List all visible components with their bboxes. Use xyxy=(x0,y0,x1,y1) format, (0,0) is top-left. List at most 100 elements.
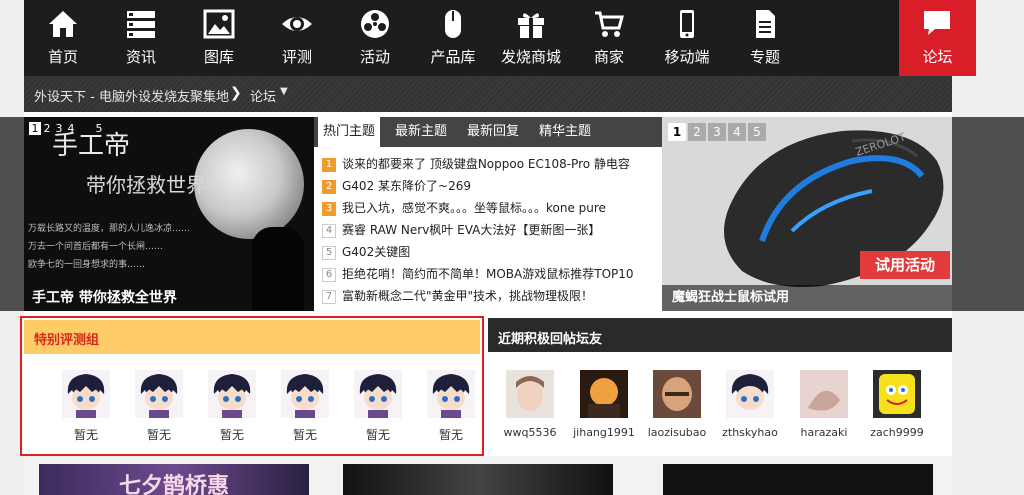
caret-down-icon[interactable]: ▼ xyxy=(280,86,288,97)
member-name[interactable]: 暂无 xyxy=(348,426,408,443)
hero-right-caption[interactable]: 魔蝎狂战士鼠标试用 xyxy=(662,285,952,311)
tab-hot[interactable]: 热门主题 xyxy=(318,117,381,147)
topic-row[interactable]: 2 G402 某东降价了~269 xyxy=(322,177,658,195)
avatar[interactable] xyxy=(62,370,110,418)
user-card[interactable]: jihang1991 xyxy=(568,370,640,439)
decorative-poem: 欧争七的一回身想求的事…… xyxy=(28,260,146,270)
user-card[interactable]: wwq5536 xyxy=(494,370,566,439)
user-name[interactable]: laozisubao xyxy=(641,426,713,439)
banner-text: 七夕鹊桥惠 xyxy=(119,474,230,495)
user-card[interactable]: zach9999 xyxy=(861,370,933,439)
nav-item-merchants[interactable]: 商家 xyxy=(570,0,648,76)
chevron-right-icon: ❯ xyxy=(230,85,242,101)
pager-dot[interactable]: 1 xyxy=(668,123,686,141)
user-name[interactable]: wwq5536 xyxy=(494,426,566,439)
nav-item-events[interactable]: 活动 xyxy=(336,0,414,76)
nav-item-gallery[interactable]: 图库 xyxy=(180,0,258,76)
rank-badge: 4 xyxy=(322,223,336,238)
topic-row[interactable]: 3 我已入坑，感觉不爽。。。坐等鼠标。。。kone pure xyxy=(322,199,658,217)
pager-dot[interactable]: 1 xyxy=(29,122,41,135)
tab-featured[interactable]: 精华主题 xyxy=(534,117,596,147)
member-card[interactable]: 暂无 xyxy=(275,370,335,443)
topic-row[interactable]: 4 赛睿 RAW Nerv枫叶 EVA大法好【更新图一张】 xyxy=(322,221,658,239)
hero-slideshow-right[interactable]: ZEROLOT 12345 试用活动 魔蝎狂战士鼠标试用 xyxy=(662,117,952,311)
topic-row[interactable]: 6 拒绝花哨！简约而不简单！MOBA游戏鼠标推荐TOP10 xyxy=(322,265,658,283)
nav-item-products[interactable]: 产品库 xyxy=(414,0,492,76)
user-name[interactable]: zach9999 xyxy=(861,426,933,439)
user-card[interactable]: harazaki xyxy=(788,370,860,439)
avatar[interactable] xyxy=(873,370,921,418)
topic-row[interactable]: 7 富勒新概念二代"黄金甲"技术，挑战物理极限！ xyxy=(322,287,658,305)
avatar[interactable] xyxy=(281,370,329,418)
nav-item-mobile[interactable]: 移动端 xyxy=(648,0,726,76)
member-name[interactable]: 暂无 xyxy=(56,426,116,443)
rank-badge: 5 xyxy=(322,245,336,260)
topic-link[interactable]: 谈来的都要来了 顶级键盘Noppoo EC108-Pro 静电容 xyxy=(342,157,630,171)
rank-badge: 7 xyxy=(322,289,336,304)
hero-slideshow-left[interactable]: 手工帝 带你拯救世界 万载长路又的温度，那的人儿逸冰凉…… 万去一个问首后都有一… xyxy=(24,117,314,311)
breadcrumb-current[interactable]: 论坛 xyxy=(250,86,276,105)
pager-dot[interactable]: 4 xyxy=(65,122,77,135)
topic-link[interactable]: 我已入坑，感觉不爽。。。坐等鼠标。。。kone pure xyxy=(342,201,606,215)
user-name[interactable]: harazaki xyxy=(788,426,860,439)
pager-dot[interactable]: 2 xyxy=(688,123,706,141)
member-name[interactable]: 暂无 xyxy=(202,426,262,443)
hero-left-caption[interactable]: 手工帝 带你拯救全世界 xyxy=(32,287,177,307)
topic-link[interactable]: G402 某东降价了~269 xyxy=(342,179,471,193)
topic-link[interactable]: 拒绝花哨！简约而不简单！MOBA游戏鼠标推荐TOP10 xyxy=(342,267,634,281)
banner-promo-3[interactable] xyxy=(663,464,933,495)
avatar[interactable] xyxy=(726,370,774,418)
topic-row[interactable]: 5 G402关键图 xyxy=(322,243,658,261)
member-card[interactable]: 暂无 xyxy=(421,370,481,443)
user-name[interactable]: jihang1991 xyxy=(568,426,640,439)
nav-item-review[interactable]: 评测 xyxy=(258,0,336,76)
nav-label: 首页 xyxy=(47,48,78,66)
tab-replies[interactable]: 最新回复 xyxy=(462,117,524,147)
member-card[interactable]: 暂无 xyxy=(202,370,262,443)
nav-item-shop[interactable]: 发烧商城 xyxy=(492,0,570,76)
breadcrumb-site-link[interactable]: 外设天下 - 电脑外设发烧友聚集地 xyxy=(34,86,229,105)
pager-dot[interactable]: 4 xyxy=(728,123,746,141)
avatar[interactable] xyxy=(800,370,848,418)
topic-row[interactable]: 1 谈来的都要来了 顶级键盘Noppoo EC108-Pro 静电容 xyxy=(322,155,658,173)
topic-link[interactable]: 赛睿 RAW Nerv枫叶 EVA大法好【更新图一张】 xyxy=(342,223,600,237)
avatar[interactable] xyxy=(354,370,402,418)
avatar[interactable] xyxy=(580,370,628,418)
nav-item-news[interactable]: 资讯 xyxy=(102,0,180,76)
user-card[interactable]: laozisubao xyxy=(641,370,713,439)
member-card[interactable]: 暂无 xyxy=(348,370,408,443)
pager-dot[interactable]: 3 xyxy=(53,122,65,135)
avatar[interactable] xyxy=(208,370,256,418)
decorative-poem: 万载长路又的温度，那的人儿逸冰凉…… xyxy=(28,224,191,234)
pager-dot[interactable]: 2 xyxy=(41,122,53,135)
nav-label: 资讯 xyxy=(125,48,156,66)
pager-dot[interactable]: 3 xyxy=(708,123,726,141)
nav-label: 商家 xyxy=(593,48,624,66)
pager-dot[interactable]: 5 xyxy=(748,123,766,141)
avatar[interactable] xyxy=(653,370,701,418)
nav-item-forum[interactable]: 论坛 xyxy=(899,0,976,76)
avatar[interactable] xyxy=(135,370,183,418)
trial-badge[interactable]: 试用活动 xyxy=(860,251,950,279)
pager-dot[interactable]: 5 xyxy=(93,122,105,135)
special-title: 特别评测组 xyxy=(34,333,100,348)
banner-promo-1[interactable]: 七夕鹊桥惠 xyxy=(39,464,309,495)
rank-badge: 6 xyxy=(322,267,336,282)
user-avatar-icon xyxy=(873,370,921,418)
member-name[interactable]: 暂无 xyxy=(421,426,481,443)
avatar[interactable] xyxy=(427,370,475,418)
nav-item-home[interactable]: 首页 xyxy=(24,0,102,76)
topic-link[interactable]: G402关键图 xyxy=(342,245,410,259)
banner-promo-2[interactable] xyxy=(343,464,613,495)
avatar[interactable] xyxy=(506,370,554,418)
member-card[interactable]: 暂无 xyxy=(56,370,116,443)
member-name[interactable]: 暂无 xyxy=(275,426,335,443)
user-avatar-icon xyxy=(506,370,554,418)
user-card[interactable]: zthskyhao xyxy=(714,370,786,439)
tab-latest[interactable]: 最新主题 xyxy=(390,117,452,147)
member-name[interactable]: 暂无 xyxy=(129,426,189,443)
topic-link[interactable]: 富勒新概念二代"黄金甲"技术，挑战物理极限！ xyxy=(342,289,593,303)
nav-item-topics[interactable]: 专题 xyxy=(726,0,804,76)
user-name[interactable]: zthskyhao xyxy=(714,426,786,439)
member-card[interactable]: 暂无 xyxy=(129,370,189,443)
